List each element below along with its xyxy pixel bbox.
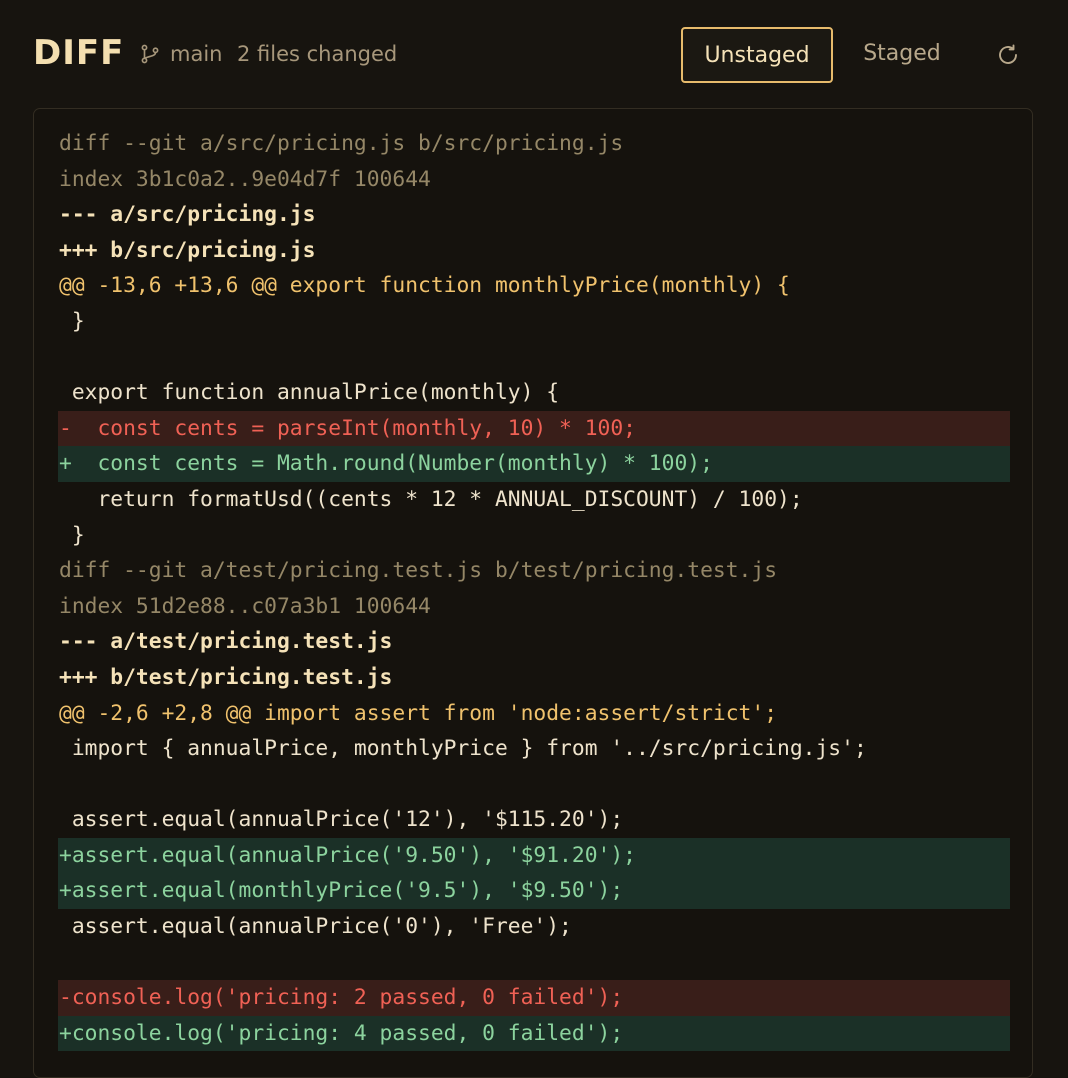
diff-line-file: --- a/src/pricing.js [59, 202, 316, 228]
diff-panel: diff --git a/src/pricing.js b/src/pricin… [33, 108, 1033, 1078]
git-branch-icon [141, 44, 159, 64]
diff-line-context [58, 340, 1010, 376]
diff-line-add: + const cents = Math.round(Number(monthl… [58, 446, 1010, 482]
header: DIFF main 2 files changed Unstaged Stage… [0, 0, 1068, 108]
branch-name[interactable]: main [170, 40, 222, 68]
diff-line-context: assert.equal(annualPrice('12'), '$115.20… [59, 807, 624, 833]
diff-line-meta: diff --git a/src/pricing.js b/src/pricin… [59, 131, 624, 156]
diff-line-hunk: @@ -2,6 +2,8 @@ import assert from 'node… [59, 700, 778, 726]
page-title: DIFF [33, 33, 125, 73]
diff-line-file: +++ b/src/pricing.js [59, 237, 316, 263]
diff-line-meta: index 3b1c0a2..9e04d7f 100644 [59, 166, 431, 192]
tab-unstaged[interactable]: Unstaged [681, 27, 833, 83]
diff-line-meta: diff --git a/test/pricing.test.js b/test… [59, 558, 778, 584]
diff-lines: diff --git a/src/pricing.js b/src/pricin… [58, 126, 1010, 1052]
diff-line-context: import { annualPrice, monthlyPrice } fro… [59, 736, 867, 762]
diff-line-add: +assert.equal(monthlyPrice('9.5'), '$9.5… [58, 873, 1010, 910]
diff-line-add: +assert.equal(annualPrice('9.50'), '$91.… [58, 837, 1010, 874]
diff-line-context [58, 767, 1010, 803]
diff-line-del: -console.log('pricing: 2 passed, 0 faile… [58, 980, 1010, 1016]
diff-line-context: assert.equal(annualPrice('0'), 'Free'); [59, 914, 572, 940]
tab-staged[interactable]: Staged [845, 27, 959, 83]
diff-line-del: - const cents = parseInt(monthly, 10) * … [58, 410, 1010, 447]
diff-line-file: +++ b/test/pricing.test.js [59, 664, 393, 690]
diff-line-context [58, 945, 1010, 981]
diff-line-context: return formatUsd((cents * 12 * ANNUAL_DI… [59, 486, 803, 512]
refresh-icon[interactable] [996, 43, 1020, 67]
diff-line-add: +console.log('pricing: 4 passed, 0 faile… [58, 1015, 1010, 1052]
diff-line-context: export function annualPrice(monthly) { [59, 380, 560, 406]
diff-line-context: } [59, 308, 85, 334]
diff-line-context: } [59, 522, 85, 548]
diff-line-hunk: @@ -13,6 +13,6 @@ export function monthl… [59, 273, 790, 299]
diff-line-meta: index 51d2e88..c07a3b1 100644 [59, 593, 431, 619]
diff-line-file: --- a/test/pricing.test.js [59, 629, 393, 655]
files-changed-count: 2 files changed [237, 42, 398, 66]
